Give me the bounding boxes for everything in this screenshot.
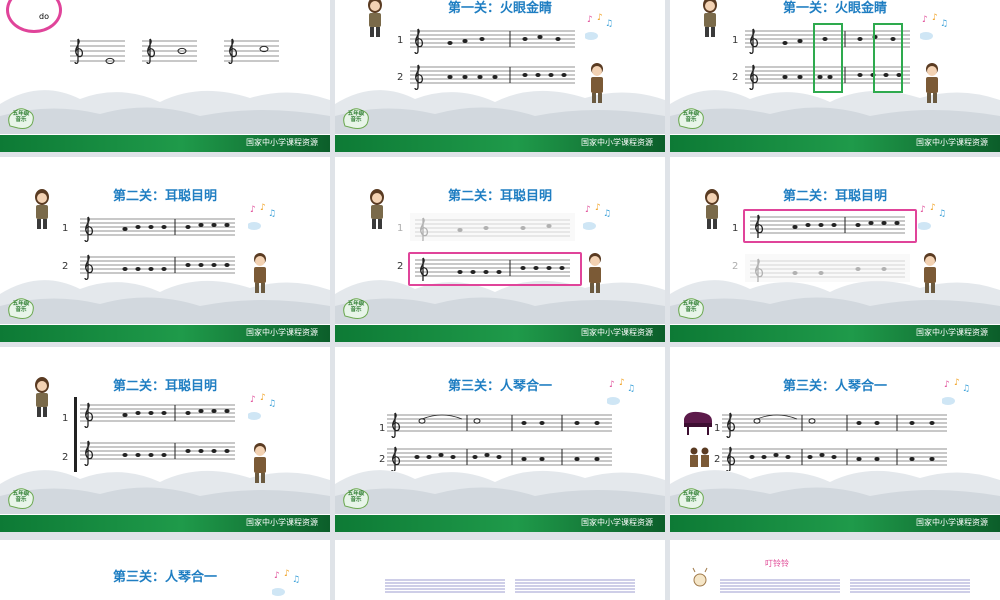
music-notes-decoration	[607, 378, 636, 405]
boy-character	[924, 253, 936, 293]
slide-footer: 国家中小学课程资源	[670, 325, 1000, 342]
row-number: 1	[62, 223, 69, 234]
music-notes-decoration	[583, 203, 612, 230]
staff	[415, 257, 570, 281]
row-number: 2	[732, 72, 739, 83]
row-number: 1	[732, 223, 739, 234]
girl-character	[703, 0, 717, 37]
do-note-circle: do	[6, 0, 62, 33]
slide-footer: 国家中小学课程资源	[0, 515, 330, 532]
music-notes-decoration	[248, 393, 277, 420]
row-number: 1	[397, 223, 404, 234]
sheet-music-preview	[385, 579, 635, 593]
girl-character	[705, 189, 719, 229]
slide-7[interactable]: 第二关：耳聪目明 1 2 五年级 音乐 国家中小学课程资源	[0, 347, 330, 532]
slide-12[interactable]: 叮铃铃	[670, 540, 1000, 600]
slide-3[interactable]: 第一关：火眼金睛 1 2 五年级 音乐 国家中小学课程资源	[670, 0, 1000, 152]
music-notes-decoration	[248, 203, 277, 230]
staff-pair	[80, 402, 235, 467]
row-number: 2	[714, 454, 721, 465]
boy-character	[254, 253, 266, 293]
song-title: 叮铃铃	[765, 559, 789, 568]
row-number: 1	[732, 35, 739, 46]
staff-pair	[387, 412, 612, 471]
slide-8[interactable]: 第三关：人琴合一 1 2 五年级 音乐 国家中小学课程资源	[335, 347, 665, 532]
music-notes-decoration	[942, 378, 971, 405]
row-number: 1	[379, 423, 386, 434]
row-number: 2	[379, 454, 386, 465]
grade-badge: 五年级 音乐	[341, 486, 371, 510]
row-number: 2	[397, 261, 404, 272]
music-notes-decoration	[272, 569, 301, 596]
grade-badge: 五年级 音乐	[676, 106, 706, 130]
slide-5[interactable]: 第二关：耳聪目明 1 2 五年级 音乐 国家中小学课程资源	[335, 157, 665, 342]
slide-6[interactable]: 第二关：耳聪目明 1 2 五年级 音乐 国家中小学课程资源	[670, 157, 1000, 342]
grade-badge: 五年级 音乐	[6, 296, 36, 320]
music-notes-decoration	[918, 203, 947, 230]
boy-character	[591, 63, 603, 103]
goat-icon	[692, 567, 708, 587]
grade-badge: 五年级 音乐	[341, 296, 371, 320]
girl-character	[368, 0, 382, 37]
row-number: 2	[62, 261, 69, 272]
mountain-background	[0, 90, 330, 134]
slide-thumbnail-grid: do 五年级 音乐 国家中小学课程资源 第一关：火眼金睛 1 2 五年级 音乐 …	[0, 0, 1000, 600]
slide-2[interactable]: 第一关：火眼金睛 1 2 五年级 音乐 国家中小学课程资源	[335, 0, 665, 152]
row-number: 2	[62, 452, 69, 463]
boy-character	[589, 253, 601, 293]
slide-footer: 国家中小学课程资源	[335, 515, 665, 532]
row-number: 2	[397, 72, 404, 83]
scale-staves	[70, 38, 279, 65]
music-notes-decoration	[585, 13, 614, 40]
row-number: 1	[397, 35, 404, 46]
children-singing-icon	[690, 447, 709, 467]
slide-footer: 国家中小学课程资源	[670, 515, 1000, 532]
row-number: 2	[732, 261, 739, 272]
boy-character	[254, 443, 266, 483]
grade-badge: 五年级 音乐	[676, 296, 706, 320]
system-bracket	[74, 397, 77, 472]
grade-badge: 五年级 音乐	[6, 486, 36, 510]
highlight-box-green	[873, 23, 903, 93]
slide-10[interactable]: 第三关：人琴合一	[0, 540, 330, 600]
slide-footer: 国家中小学课程资源	[670, 135, 1000, 152]
grade-badge: 五年级 音乐	[676, 486, 706, 510]
piano-icon	[684, 411, 712, 435]
music-notes-decoration	[920, 13, 949, 40]
row-number: 1	[62, 413, 69, 424]
girl-character	[370, 189, 384, 229]
girl-character	[35, 377, 49, 417]
grade-badge: 五年级 音乐	[341, 106, 371, 130]
slide-11[interactable]	[335, 540, 665, 600]
boy-character	[926, 63, 938, 103]
sheet-music-preview	[720, 579, 970, 593]
slide-footer: 国家中小学课程资源	[0, 135, 330, 152]
slide-footer: 国家中小学课程资源	[0, 325, 330, 342]
do-label: do	[39, 12, 49, 21]
slide-footer: 国家中小学课程资源	[335, 135, 665, 152]
highlight-box-green	[813, 23, 843, 93]
slide-4[interactable]: 第二关：耳聪目明 1 2 五年级 音乐 国家中小学课程资源	[0, 157, 330, 342]
staff-pair	[722, 412, 947, 471]
staff	[750, 214, 905, 238]
staff-pair	[410, 28, 575, 91]
staff-faded	[745, 254, 910, 282]
girl-character	[35, 189, 49, 229]
row-number: 1	[714, 423, 721, 434]
staff-pair	[80, 216, 235, 280]
slide-9[interactable]: 第三关：人琴合一 1 2 五年级 音乐 国家中小学课程资源	[670, 347, 1000, 532]
grade-badge: 五年级 音乐	[6, 106, 36, 130]
slide-footer: 国家中小学课程资源	[335, 325, 665, 342]
staff-faded	[410, 213, 575, 241]
slide-1[interactable]: do 五年级 音乐 国家中小学课程资源	[0, 0, 330, 152]
